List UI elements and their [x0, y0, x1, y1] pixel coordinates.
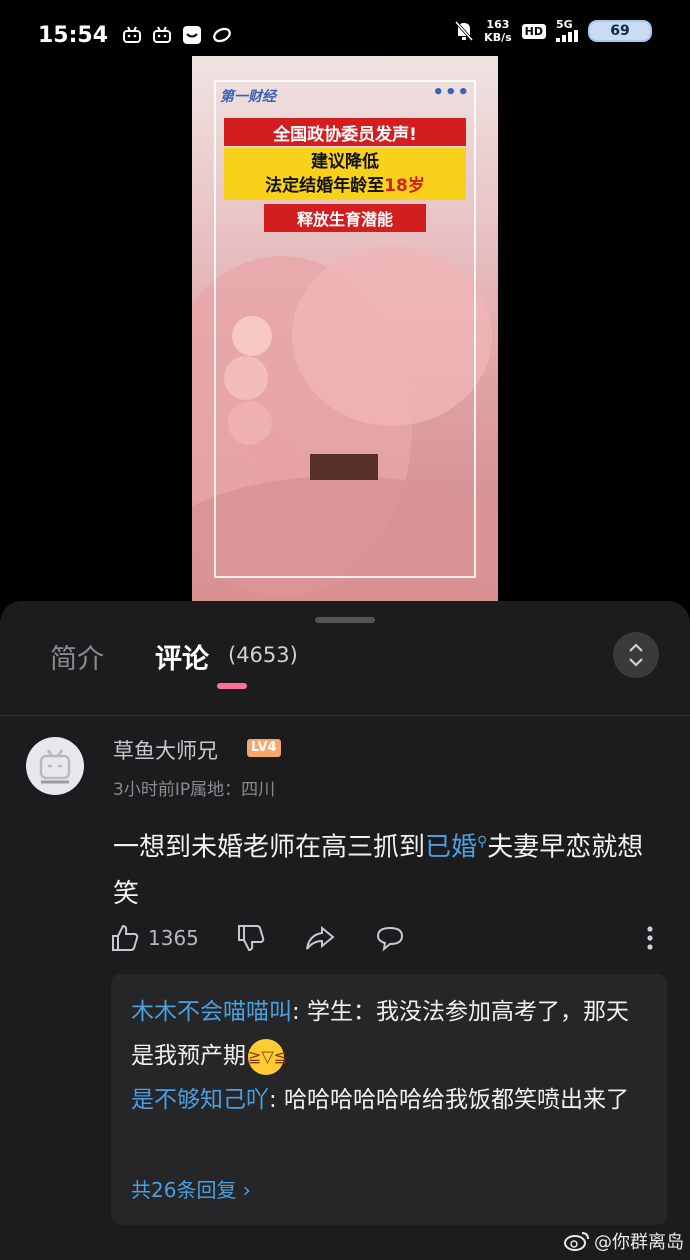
headline-banner-1: 全国政协委员发声!: [224, 118, 466, 146]
expand-chevrons-icon: [629, 643, 643, 667]
hashtag-link[interactable]: 已婚: [425, 833, 477, 863]
like-button[interactable]: 1365: [110, 923, 199, 953]
search-icon[interactable]: ⚲: [477, 834, 487, 850]
comment-text: 一想到未婚老师在高三抓到已婚⚲夫妻早恋就想笑: [113, 819, 668, 917]
tab-active-indicator: [217, 683, 247, 689]
signal-label: 5G: [556, 18, 573, 31]
hd-badge: HD: [521, 23, 546, 39]
reply-text: : 哈哈哈哈哈哈给我饭都笑喷出来了: [269, 1087, 630, 1113]
comment-actions: 1365: [110, 923, 670, 959]
status-time: 15:54: [38, 22, 109, 48]
reply-item: 是不够知己吖: 哈哈哈哈哈哈给我饭都笑喷出来了: [131, 1078, 647, 1122]
comment-text-before: 一想到未婚老师在高三抓到: [113, 832, 426, 863]
watermark: @你群离岛: [564, 1228, 684, 1254]
headline-2-line1: 建议降低: [311, 152, 379, 172]
laughing-emoji-icon: ≧▽≦: [248, 1038, 287, 1075]
tab-intro[interactable]: 简介: [50, 637, 104, 676]
headline-banner-2: 建议降低 法定结婚年龄至18岁: [224, 148, 466, 200]
bilibili-tv-icon: [152, 25, 172, 45]
video-more-icon[interactable]: •••: [432, 82, 470, 103]
mute-bell-icon: [454, 21, 474, 41]
comment-panel: 简介 评论 (4653) 草鱼大师兄 LV4 3小时前IP属地：四川 一想到未婚…: [0, 601, 690, 1260]
reply-item: 木木不会喵喵叫: 学生：我没法参加高考了，那天是我预产期 ≧▽≦: [131, 990, 647, 1078]
headline-2-highlight: 18岁: [384, 176, 425, 196]
signal-indicator: 5G: [556, 18, 578, 42]
status-right: 163 KB/s HD 5G 69: [454, 18, 652, 44]
dislike-button[interactable]: [236, 923, 266, 953]
net-speed-unit: KB/s: [484, 31, 512, 44]
comment-bubble-icon: [376, 926, 404, 952]
app-swirl-icon: [212, 25, 232, 45]
battery-indicator: 69: [588, 20, 652, 42]
default-avatar-icon: [39, 749, 71, 784]
tab-comments[interactable]: 评论: [155, 637, 209, 676]
video-frame: 第一财经 ••• 全国政协委员发声! 建议降低 法定结婚年龄至18岁 释放生育潜…: [192, 56, 498, 601]
signal-bars-icon: [556, 30, 578, 42]
notification-icons: [122, 25, 232, 45]
headline-2-line2: 法定结婚年龄至18岁: [224, 174, 466, 198]
level-badge: LV4: [247, 739, 281, 757]
reply-username[interactable]: 是不够知己吖: [131, 1087, 269, 1113]
reply-preview[interactable]: 木木不会喵喵叫: 学生：我没法参加高考了，那天是我预产期 ≧▽≦ 是不够知己吖: …: [111, 974, 667, 1225]
thumbs-up-icon: [112, 924, 139, 951]
headline-banner-3: 释放生育潜能: [264, 204, 426, 232]
bilibili-tv-icon: [122, 25, 142, 45]
share-button[interactable]: [304, 923, 336, 953]
share-icon: [306, 925, 335, 950]
reply-button[interactable]: [374, 923, 406, 953]
avatar[interactable]: [26, 737, 84, 795]
headline-2-prefix: 法定结婚年龄至: [265, 176, 385, 196]
comment-count: (4653): [228, 643, 298, 667]
video-caption-box: [310, 454, 378, 480]
more-options-button[interactable]: [640, 923, 660, 953]
thumbs-down-icon: [238, 925, 265, 952]
expand-button[interactable]: [613, 632, 659, 678]
comment-meta: 3小时前IP属地：四川: [113, 780, 276, 800]
message-icon: [182, 25, 202, 45]
comment-username[interactable]: 草鱼大师兄: [113, 735, 218, 765]
like-count: 1365: [148, 926, 199, 950]
weibo-icon: [564, 1232, 589, 1251]
network-speed: 163 KB/s: [484, 18, 511, 44]
video-player[interactable]: 第一财经 ••• 全国政协委员发声! 建议降低 法定结婚年龄至18岁 释放生育潜…: [0, 56, 690, 601]
watermark-text: @你群离岛: [594, 1232, 684, 1253]
reply-username[interactable]: 木木不会喵喵叫: [131, 999, 292, 1025]
view-replies-link[interactable]: 共26条回复 ›: [131, 1174, 251, 1203]
net-speed-value: 163: [486, 18, 510, 31]
drag-handle[interactable]: [315, 617, 375, 623]
divider: [0, 715, 690, 716]
more-vertical-icon: [647, 926, 653, 950]
brand-logo: 第一财经: [220, 89, 276, 105]
